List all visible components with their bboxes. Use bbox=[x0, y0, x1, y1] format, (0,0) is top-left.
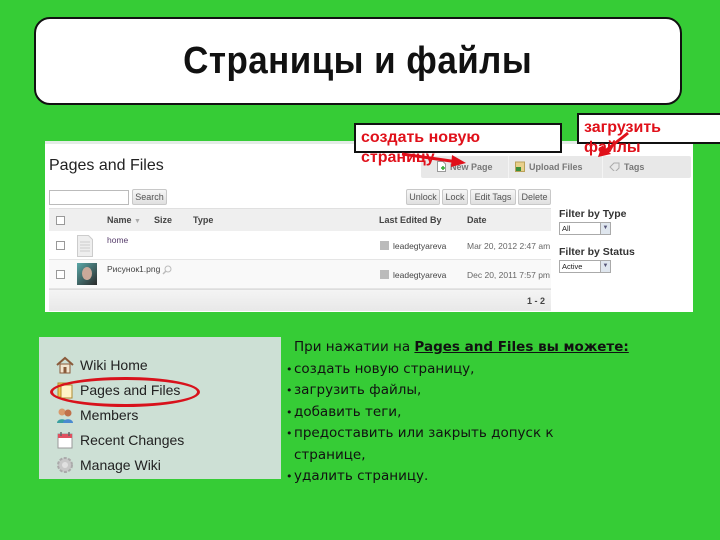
unlock-button[interactable]: Unlock bbox=[406, 189, 440, 205]
files-table: Name ▼ Size Type Last Edited By Date hom… bbox=[49, 208, 551, 312]
slide-title-box: Страницы и файлы bbox=[34, 17, 682, 105]
column-type[interactable]: Type bbox=[193, 215, 213, 225]
upload-files-label: Upload Files bbox=[529, 162, 583, 172]
column-name-label: Name bbox=[107, 215, 132, 225]
column-name[interactable]: Name ▼ bbox=[107, 215, 141, 225]
slide-title: Страницы и файлы bbox=[183, 39, 533, 82]
editor-link[interactable]: leadegtyareva bbox=[393, 241, 446, 251]
sort-arrow-icon: ▼ bbox=[134, 218, 141, 225]
table-row[interactable]: home leadegtyareva Mar 20, 2012 2:47 am bbox=[49, 231, 551, 260]
gear-icon bbox=[55, 455, 75, 475]
image-thumbnail bbox=[77, 263, 97, 285]
list-item: загрузить файлы, bbox=[286, 380, 686, 402]
table-header: Name ▼ Size Type Last Edited By Date bbox=[49, 208, 551, 231]
file-name-link[interactable]: home bbox=[107, 235, 128, 245]
filter-type-value: All bbox=[562, 224, 571, 233]
tag-icon bbox=[609, 162, 620, 173]
lock-button[interactable]: Lock bbox=[442, 189, 468, 205]
row-date: Mar 20, 2012 2:47 am bbox=[467, 241, 551, 251]
search-input[interactable] bbox=[49, 190, 129, 205]
row-checkbox[interactable] bbox=[56, 241, 65, 250]
upload-files-button[interactable]: Upload Files bbox=[509, 156, 603, 178]
description: При нажатии на Pages and Files вы можете… bbox=[286, 337, 686, 488]
document-icon bbox=[77, 235, 93, 262]
calendar-icon bbox=[55, 430, 75, 450]
upload-arrow-icon bbox=[598, 131, 629, 157]
sidebar-item-manage-wiki[interactable]: Manage Wiki bbox=[55, 455, 161, 475]
members-icon bbox=[55, 405, 75, 425]
upload-icon bbox=[515, 161, 525, 174]
table-footer: 1 - 2 bbox=[49, 289, 551, 311]
filter-status-value: Active bbox=[562, 262, 583, 271]
edit-tags-button[interactable]: Edit Tags bbox=[470, 189, 516, 205]
row-date: Dec 20, 2011 7:57 pm bbox=[467, 270, 551, 280]
chevron-down-icon: ▼ bbox=[600, 223, 610, 234]
delete-button[interactable]: Delete bbox=[518, 189, 551, 205]
feature-list: создать новую страницу, загрузить файлы,… bbox=[286, 359, 686, 488]
filter-status-label: Filter by Status bbox=[559, 246, 635, 258]
sidebar-item-label: Wiki Home bbox=[80, 357, 148, 373]
select-all-checkbox[interactable] bbox=[56, 216, 65, 225]
editor-link[interactable]: leadegtyareva bbox=[393, 270, 446, 280]
user-avatar-icon bbox=[380, 270, 389, 279]
sidebar-item-members[interactable]: Members bbox=[55, 405, 138, 425]
sidebar-item-label: Recent Changes bbox=[80, 432, 185, 448]
highlight-ellipse bbox=[50, 377, 200, 407]
user-avatar-icon bbox=[380, 241, 389, 250]
list-item: предоставить или закрыть допуск к страниц… bbox=[286, 423, 686, 466]
list-item-continuation: странице, bbox=[294, 446, 366, 463]
new-page-arrow-icon bbox=[401, 152, 466, 167]
description-intro: При нажатии на Pages and Files вы можете… bbox=[286, 337, 686, 359]
wiki-sidebar: Wiki Home Pages and Files Members Recent… bbox=[39, 337, 281, 479]
zoom-preview-icon[interactable] bbox=[162, 262, 172, 280]
new-page-callout-line1: создать новую bbox=[361, 129, 481, 146]
list-item-text: предоставить или закрыть допуск к bbox=[294, 425, 554, 441]
row-checkbox[interactable] bbox=[56, 270, 65, 279]
list-item: создать новую страницу, bbox=[286, 359, 686, 381]
table-row[interactable]: Рисунок1.png leadegtyareva Dec 20, 2011 … bbox=[49, 260, 551, 289]
list-item: добавить теги, bbox=[286, 402, 686, 424]
sidebar-item-label: Manage Wiki bbox=[80, 457, 161, 473]
sidebar-item-recent-changes[interactable]: Recent Changes bbox=[55, 430, 184, 450]
page-title: Pages and Files bbox=[49, 157, 164, 174]
intro-bold: Pages and Files вы можете: bbox=[414, 339, 629, 355]
sidebar-item-wiki-home[interactable]: Wiki Home bbox=[55, 355, 148, 375]
list-item: удалить страницу. bbox=[286, 466, 686, 488]
file-name-link[interactable]: Рисунок1.png bbox=[107, 264, 160, 274]
filter-type-select[interactable]: All ▼ bbox=[559, 222, 611, 235]
filter-type-label: Filter by Type bbox=[559, 208, 627, 220]
column-last-edited-by[interactable]: Last Edited By bbox=[379, 215, 442, 225]
column-size[interactable]: Size bbox=[154, 215, 172, 225]
pager: 1 - 2 bbox=[526, 296, 545, 306]
column-date[interactable]: Date bbox=[467, 215, 487, 225]
home-icon bbox=[55, 355, 75, 375]
filter-status-select[interactable]: Active ▼ bbox=[559, 260, 611, 273]
chevron-down-icon: ▼ bbox=[600, 261, 610, 272]
tags-label: Tags bbox=[624, 162, 645, 172]
intro-prefix: При нажатии на bbox=[294, 339, 415, 355]
search-button[interactable]: Search bbox=[132, 189, 167, 205]
sidebar-item-label: Members bbox=[80, 407, 139, 423]
